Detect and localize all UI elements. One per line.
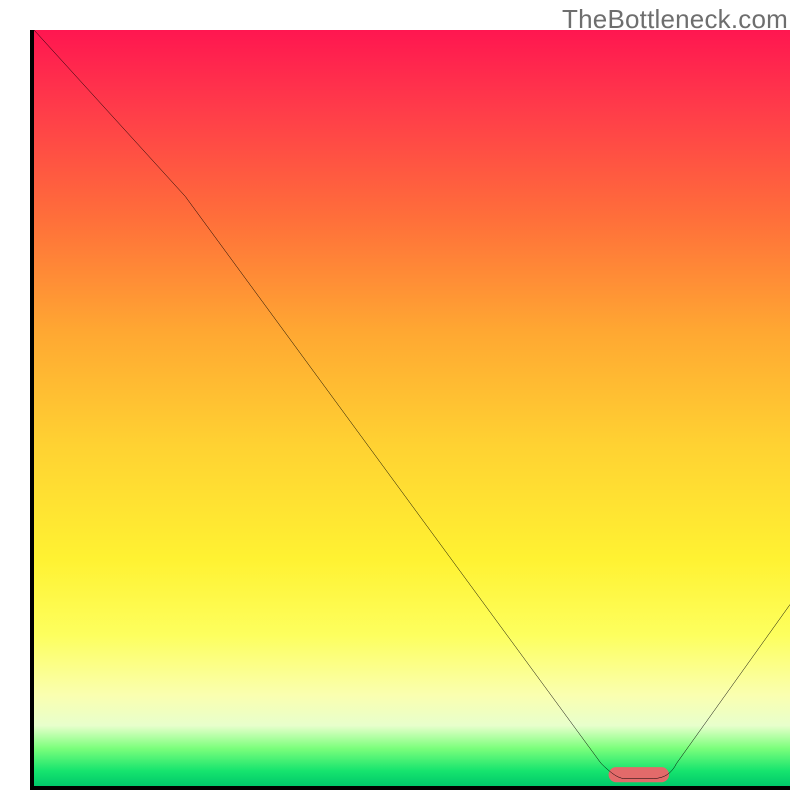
bottleneck-curve	[34, 30, 790, 778]
line-layer	[34, 30, 790, 786]
chart-frame: TheBottleneck.com	[0, 0, 800, 800]
plot-area	[30, 30, 790, 790]
optimal-marker	[609, 767, 669, 782]
watermark-text: TheBottleneck.com	[562, 4, 788, 35]
